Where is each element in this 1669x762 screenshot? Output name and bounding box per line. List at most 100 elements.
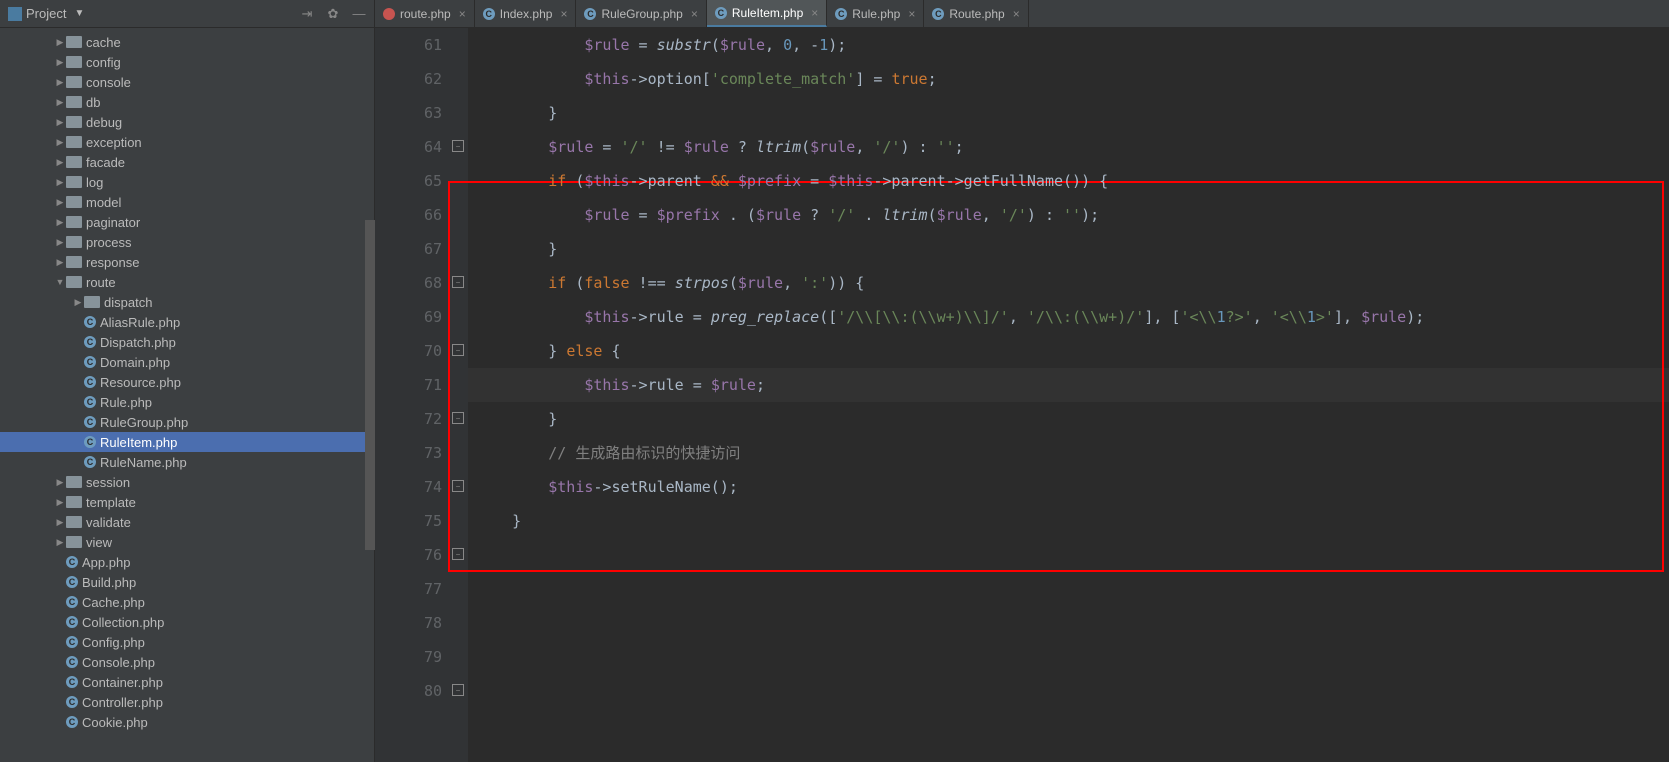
gear-icon[interactable]: ✿ [326, 7, 340, 21]
tree-arrow-icon: ▶ [54, 257, 66, 268]
fold-marker-icon[interactable]: − [452, 140, 464, 152]
code-line[interactable]: } [476, 402, 1669, 436]
code-line[interactable]: $rule = '/' != $rule ? ltrim($rule, '/')… [476, 130, 1669, 164]
code-line[interactable]: } [476, 96, 1669, 130]
folder-icon [66, 516, 82, 528]
line-gutter: 6162636465666768697071727374757677787980 [375, 28, 450, 762]
tree-item-label: config [86, 55, 121, 70]
sidebar-scrollbar[interactable] [365, 220, 375, 550]
file-icon: C [715, 7, 727, 19]
tree-file[interactable]: CBuild.php [0, 572, 374, 592]
project-tree[interactable]: ▶cache▶config▶console▶db▶debug▶exception… [0, 28, 374, 762]
sidebar-title[interactable]: Project ▼ [8, 6, 84, 21]
code-line[interactable]: $this->option['complete_match'] = true; [476, 62, 1669, 96]
tree-file[interactable]: CCache.php [0, 592, 374, 612]
editor-tab[interactable]: C Route.php × [924, 0, 1028, 27]
tree-arrow-icon: ▶ [54, 177, 66, 188]
tree-file[interactable]: CResource.php [0, 372, 374, 392]
line-number: 64 [375, 130, 442, 164]
file-icon: C [932, 8, 944, 20]
tree-file[interactable]: CRuleName.php [0, 452, 374, 472]
code-line[interactable]: } else { [476, 334, 1669, 368]
code-line[interactable]: } [476, 232, 1669, 266]
code-line[interactable]: if (false !== strpos($rule, ':')) { [476, 266, 1669, 300]
editor-tab[interactable]: CRuleGroup.php× [576, 0, 706, 27]
fold-marker-icon[interactable]: − [452, 548, 464, 560]
tree-file[interactable]: CApp.php [0, 552, 374, 572]
line-number: 66 [375, 198, 442, 232]
close-icon[interactable]: × [811, 6, 818, 20]
tree-file[interactable]: CContainer.php [0, 672, 374, 692]
tree-folder[interactable]: ▶console [0, 72, 374, 92]
tree-folder[interactable]: ▶template [0, 492, 374, 512]
tree-folder[interactable]: ▶session [0, 472, 374, 492]
folder-icon [66, 36, 82, 48]
php-file-icon: C [84, 356, 96, 368]
code-line[interactable]: $this->rule = $rule; [476, 368, 1669, 402]
collapse-icon[interactable]: ⇥ [300, 7, 314, 21]
tree-folder[interactable]: ▶facade [0, 152, 374, 172]
tree-file[interactable]: CController.php [0, 692, 374, 712]
tree-arrow-icon: ▶ [54, 97, 66, 108]
tree-file[interactable]: CConfig.php [0, 632, 374, 652]
tree-folder[interactable]: ▶view [0, 532, 374, 552]
tree-folder[interactable]: ▶validate [0, 512, 374, 532]
file-icon [383, 8, 395, 20]
tree-file[interactable]: CAliasRule.php [0, 312, 374, 332]
code-line[interactable]: // 生成路由标识的快捷访问 [476, 436, 1669, 470]
close-icon[interactable]: × [908, 7, 915, 21]
line-number: 63 [375, 96, 442, 130]
tree-item-label: response [86, 255, 139, 270]
tree-file[interactable]: CConsole.php [0, 652, 374, 672]
tree-item-label: template [86, 495, 136, 510]
tree-folder[interactable]: ▼route [0, 272, 374, 292]
fold-marker-icon[interactable]: − [452, 276, 464, 288]
tree-folder[interactable]: ▶cache [0, 32, 374, 52]
tree-folder[interactable]: ▶process [0, 232, 374, 252]
editor-tab[interactable]: route.php× [375, 0, 475, 27]
fold-column[interactable]: − − − − − − − [450, 28, 468, 762]
tab-label: Route.php [949, 7, 1004, 21]
tree-folder[interactable]: ▶exception [0, 132, 374, 152]
code-editor[interactable]: 6162636465666768697071727374757677787980… [375, 28, 1669, 762]
editor-tab[interactable]: CRuleItem.php× [707, 0, 827, 27]
tree-file[interactable]: CCookie.php [0, 712, 374, 732]
fold-marker-icon[interactable]: − [452, 344, 464, 356]
code-line[interactable]: $rule = $prefix . ($rule ? '/' . ltrim($… [476, 198, 1669, 232]
tree-arrow-icon: ▶ [54, 217, 66, 228]
fold-marker-icon[interactable]: − [452, 684, 464, 696]
code-line[interactable]: if ($this->parent && $prefix = $this->pa… [476, 164, 1669, 198]
tree-folder[interactable]: ▶debug [0, 112, 374, 132]
tree-folder[interactable]: ▶paginator [0, 212, 374, 232]
tree-file[interactable]: CDomain.php [0, 352, 374, 372]
code-line[interactable]: } [476, 504, 1669, 538]
close-icon[interactable]: × [691, 7, 698, 21]
tree-file[interactable]: CRuleGroup.php [0, 412, 374, 432]
tree-folder[interactable]: ▶db [0, 92, 374, 112]
tree-file[interactable]: CCollection.php [0, 612, 374, 632]
php-file-icon: C [84, 436, 96, 448]
close-icon[interactable]: × [560, 7, 567, 21]
code-area[interactable]: $rule = substr($rule, 0, -1); $this->opt… [468, 28, 1669, 762]
folder-icon [66, 96, 82, 108]
tree-folder[interactable]: ▶dispatch [0, 292, 374, 312]
tree-folder[interactable]: ▶config [0, 52, 374, 72]
fold-marker-icon[interactable]: − [452, 480, 464, 492]
code-line[interactable]: $this->setRuleName(); [476, 470, 1669, 504]
fold-marker-icon[interactable]: − [452, 412, 464, 424]
tree-item-label: Controller.php [82, 695, 163, 710]
code-line[interactable]: $rule = substr($rule, 0, -1); [476, 28, 1669, 62]
minimize-icon[interactable]: — [352, 7, 366, 21]
editor-tab[interactable]: CIndex.php× [475, 0, 577, 27]
close-icon[interactable]: × [1013, 7, 1020, 21]
editor-tab[interactable]: CRule.php× [827, 0, 924, 27]
tree-file[interactable]: CDispatch.php [0, 332, 374, 352]
tree-folder[interactable]: ▶model [0, 192, 374, 212]
code-line[interactable]: $this->rule = preg_replace(['/\\[\\:(\\w… [476, 300, 1669, 334]
tree-file[interactable]: CRule.php [0, 392, 374, 412]
close-icon[interactable]: × [459, 7, 466, 21]
tree-folder[interactable]: ▶ response [0, 252, 374, 272]
tree-folder[interactable]: ▶log [0, 172, 374, 192]
tree-file[interactable]: CRuleItem.php [0, 432, 374, 452]
line-number: 72 [375, 402, 442, 436]
